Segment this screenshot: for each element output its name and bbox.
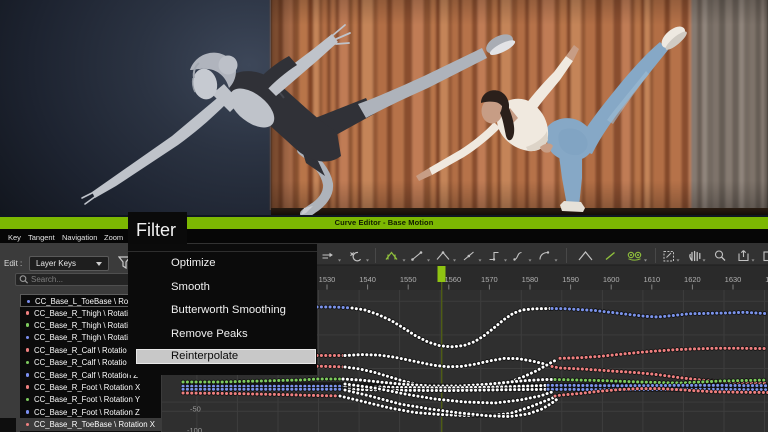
svg-text:1560: 1560 bbox=[444, 275, 461, 284]
svg-text:1590: 1590 bbox=[562, 275, 579, 284]
svg-text:1580: 1580 bbox=[522, 275, 539, 284]
svg-text:1540: 1540 bbox=[359, 275, 376, 284]
svg-text:1620: 1620 bbox=[684, 275, 701, 284]
svg-text:1610: 1610 bbox=[643, 275, 660, 284]
svg-text:-100: -100 bbox=[187, 426, 202, 432]
svg-text:-50: -50 bbox=[190, 405, 201, 414]
svg-text:1630: 1630 bbox=[725, 275, 742, 284]
svg-text:1550: 1550 bbox=[400, 275, 417, 284]
svg-text:1530: 1530 bbox=[319, 275, 336, 284]
svg-text:1570: 1570 bbox=[481, 275, 498, 284]
svg-text:1600: 1600 bbox=[603, 275, 620, 284]
